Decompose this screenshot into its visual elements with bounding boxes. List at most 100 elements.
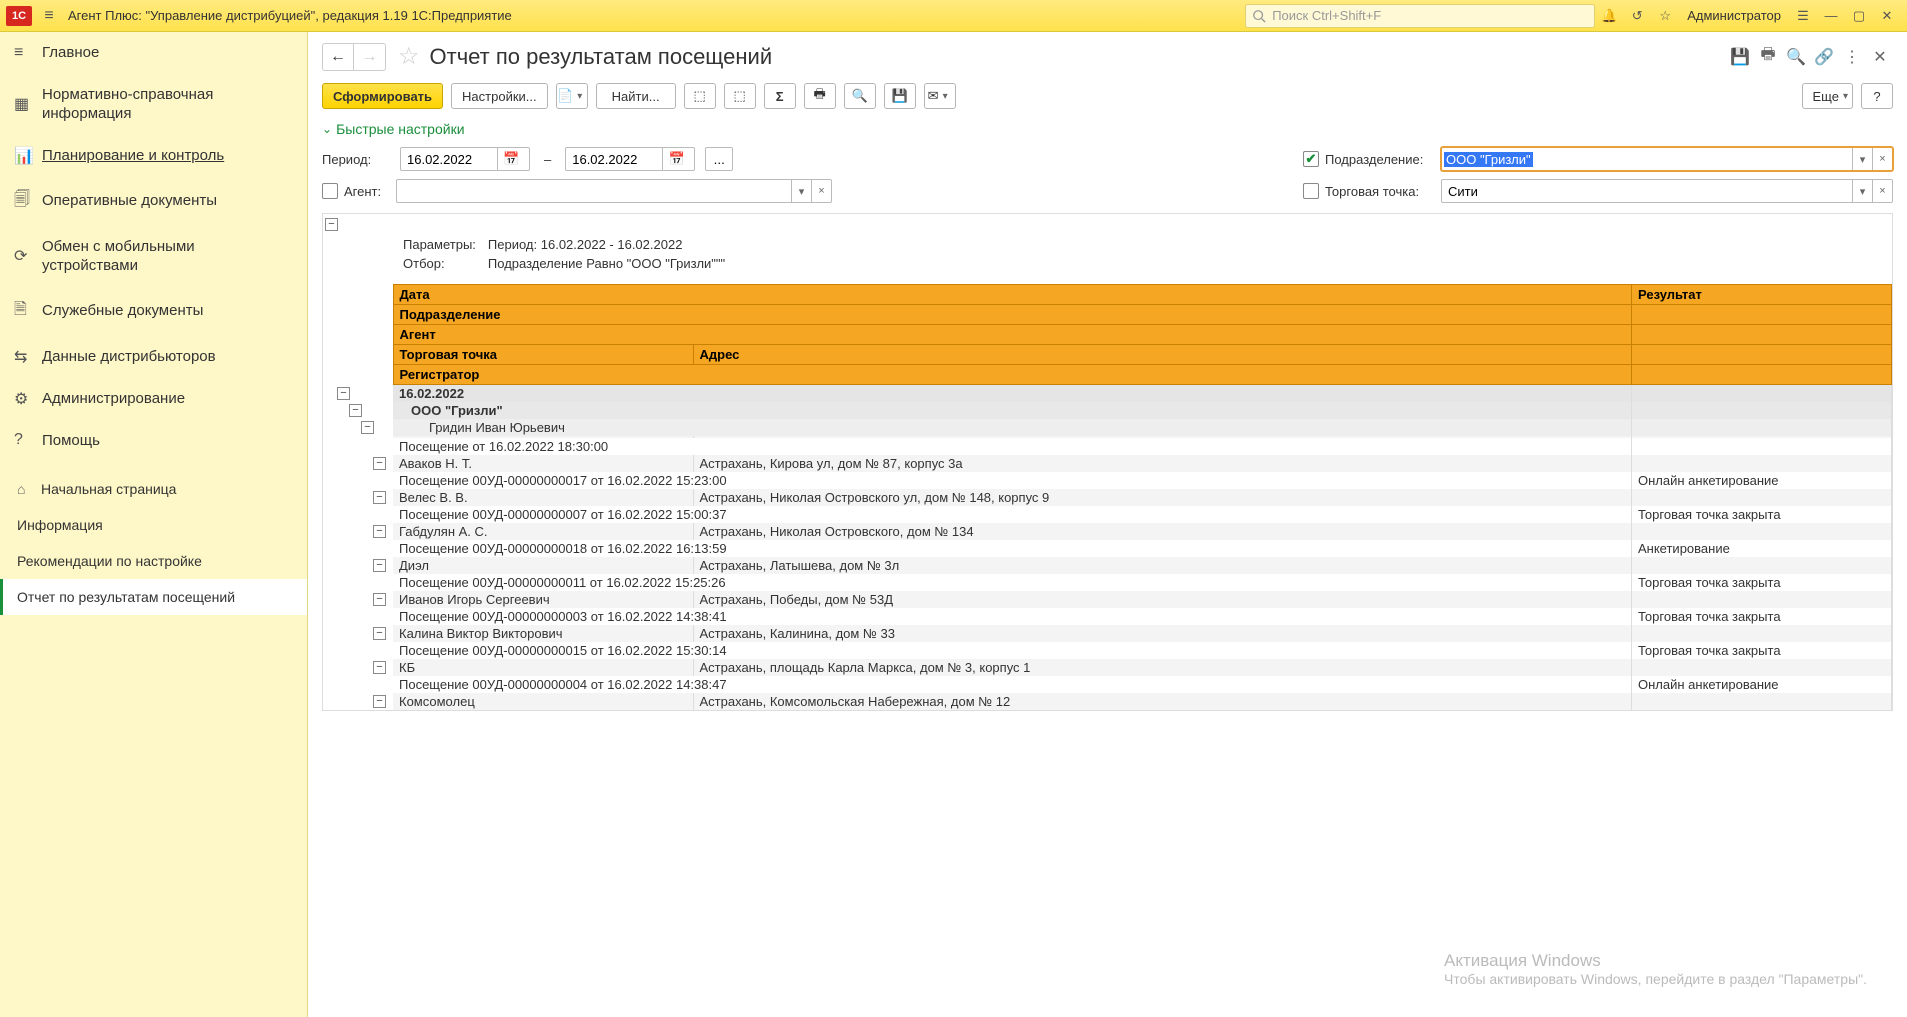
forward-button[interactable]: → [354,43,386,71]
sidebar-item-8[interactable]: ?Помощь [0,420,307,462]
bottom-tab-1[interactable]: Информация [0,507,307,543]
calendar-icon[interactable]: 📅 [497,148,525,170]
tree-toggle[interactable]: − [373,627,386,640]
report-row[interactable]: −Калина Виктор ВикторовичАстрахань, Кали… [323,625,1892,642]
generate-button[interactable]: Сформировать [322,83,443,109]
filter-value: Подразделение Равно "ООО "Гризли""" [488,255,735,272]
sidebar-item-2[interactable]: 📊Планирование и контроль [0,135,307,177]
subdivision-checkbox[interactable]: ✔ [1303,151,1319,167]
sigma-icon[interactable]: Σ [764,83,796,109]
bottom-tab-0[interactable]: ⌂Начальная страница [0,471,307,507]
report-row[interactable]: Посещение 00УД-00000000018 от 16.02.2022… [323,540,1892,557]
report-row[interactable]: −Габдулян А. С.Астрахань, Николая Остров… [323,523,1892,540]
expand-all-icon[interactable]: ⬚ [684,83,716,109]
tree-toggle[interactable]: − [373,661,386,674]
report-row[interactable]: Посещение 00УД-00000000004 от 16.02.2022… [323,676,1892,693]
bottom-tab-2[interactable]: Рекомендации по настройке [0,543,307,579]
report-row[interactable]: Посещение 00УД-00000000003 от 16.02.2022… [323,608,1892,625]
kebab-icon[interactable]: ⋮ [1839,45,1865,69]
dropdown-icon[interactable]: ▾ [1852,148,1872,170]
tree-toggle[interactable]: − [337,387,350,400]
report-row[interactable]: −КБАстрахань, площадь Карла Маркса, дом … [323,659,1892,676]
date-from-input[interactable]: 📅 [400,147,530,171]
tree-toggle[interactable]: − [373,457,386,470]
sidebar-item-5[interactable]: 🗎Служебные документы [0,287,307,336]
sidebar-item-1[interactable]: ▦Нормативно-справочная информация [0,74,307,135]
sidebar-item-7[interactable]: ⚙Администрирование [0,378,307,420]
link-icon[interactable]: 🔗 [1811,45,1837,69]
dropdown-icon[interactable]: ▾ [1852,180,1872,202]
nav-icon: ⟳ [14,246,42,266]
star-icon[interactable]: ☆ [1651,4,1679,28]
date-to-input[interactable]: 📅 [565,147,695,171]
sidebar-item-4[interactable]: ⟳Обмен с мобильными устройствами [0,226,307,287]
period-picker-button[interactable]: ... [705,147,733,171]
save-icon[interactable]: 💾 [1727,45,1753,69]
find-button[interactable]: Найти... [596,83,676,109]
preview-icon[interactable]: 🔍 [1783,45,1809,69]
clear-icon[interactable]: × [1872,148,1892,170]
tree-toggle[interactable]: − [349,404,362,417]
sidebar-item-0[interactable]: ≡Главное [0,32,307,74]
clear-icon[interactable]: × [1872,180,1892,202]
params-value: Период: 16.02.2022 - 16.02.2022 [488,236,735,253]
minimize-icon[interactable]: — [1817,4,1845,28]
close-page-icon[interactable]: ✕ [1867,45,1893,69]
report-row[interactable]: Посещение 00УД-00000000007 от 16.02.2022… [323,506,1892,523]
bell-icon[interactable]: 🔔 [1595,4,1623,28]
settings-lines-icon[interactable]: ☰ [1789,4,1817,28]
report-area[interactable]: − Параметры:Период: 16.02.2022 - 16.02.2… [308,213,1907,1017]
save-button[interactable]: 💾 [884,83,916,109]
help-button[interactable]: ? [1861,83,1893,109]
report-row[interactable]: Посещение 00УД-00000000017 от 16.02.2022… [323,472,1892,489]
close-window-icon[interactable]: ✕ [1873,4,1901,28]
outlet-combo[interactable]: ▾ × [1441,179,1893,203]
report-row[interactable]: −Аваков Н. Т.Астрахань, Кирова ул, дом №… [323,455,1892,472]
subdivision-combo[interactable]: ООО "Гризли" ▾ × [1441,147,1893,171]
outlet-checkbox[interactable] [1303,183,1319,199]
quick-settings-toggle[interactable]: ⌄ Быстрые настройки [322,121,1893,143]
clear-icon[interactable]: × [811,180,831,202]
tree-toggle[interactable]: − [373,593,386,606]
tree-toggle[interactable]: − [373,559,386,572]
more-button[interactable]: Еще▾ [1802,83,1853,109]
print-icon[interactable]: 🖶 [1755,45,1781,69]
tree-toggle[interactable]: − [361,421,374,434]
settings-button[interactable]: Настройки... [451,83,548,109]
mail-button[interactable]: ✉▾ [924,83,956,109]
report-row[interactable]: −Иванов Игорь СергеевичАстрахань, Победы… [323,591,1892,608]
favorite-star-icon[interactable]: ☆ [398,42,420,71]
sidebar-item-3[interactable]: 🗐Оперативные документы [0,177,307,226]
report-row[interactable]: −ООО "Гризли" [323,402,1892,419]
history-icon[interactable]: ↺ [1623,4,1651,28]
report-row[interactable]: −Гридин Иван Юрьевич [323,419,1892,436]
collapse-all-icon[interactable]: ⬚ [724,83,756,109]
user-name[interactable]: Администратор [1679,8,1789,23]
tree-toggle[interactable]: − [373,525,386,538]
hamburger-icon[interactable]: ≡ [38,7,60,25]
report-row[interactable]: −КомсомолецАстрахань, Комсомольская Набе… [323,693,1892,710]
report-row[interactable]: Посещение от 16.02.2022 18:30:00 [323,438,1892,455]
dropdown-icon[interactable]: ▾ [791,180,811,202]
calendar-icon[interactable]: 📅 [662,148,690,170]
variants-button[interactable]: 📄▾ [556,83,588,109]
global-search[interactable]: Поиск Ctrl+Shift+F [1245,4,1595,28]
agent-combo[interactable]: ▾ × [396,179,832,203]
maximize-icon[interactable]: ▢ [1845,4,1873,28]
preview-button[interactable]: 🔍 [844,83,876,109]
back-button[interactable]: ← [322,43,354,71]
nav-icon: 🗐 [14,188,42,215]
filter-label: Отбор: [403,255,486,272]
report-row[interactable]: Посещение 00УД-00000000015 от 16.02.2022… [323,642,1892,659]
tree-toggle[interactable]: − [373,491,386,504]
bottom-tab-3[interactable]: Отчет по результатам посещений [0,579,307,615]
print-button[interactable]: 🖶 [804,83,836,109]
tree-toggle[interactable]: − [325,218,338,231]
agent-checkbox[interactable] [322,183,338,199]
report-row[interactable]: −Велес В. В.Астрахань, Николая Островско… [323,489,1892,506]
report-row[interactable]: Посещение 00УД-00000000011 от 16.02.2022… [323,574,1892,591]
report-row[interactable]: −ДиэлАстрахань, Латышева, дом № 3л [323,557,1892,574]
sidebar-item-6[interactable]: ⇆Данные дистрибьюторов [0,336,307,378]
report-row[interactable]: −16.02.2022 [323,385,1892,402]
tree-toggle[interactable]: − [373,695,386,708]
